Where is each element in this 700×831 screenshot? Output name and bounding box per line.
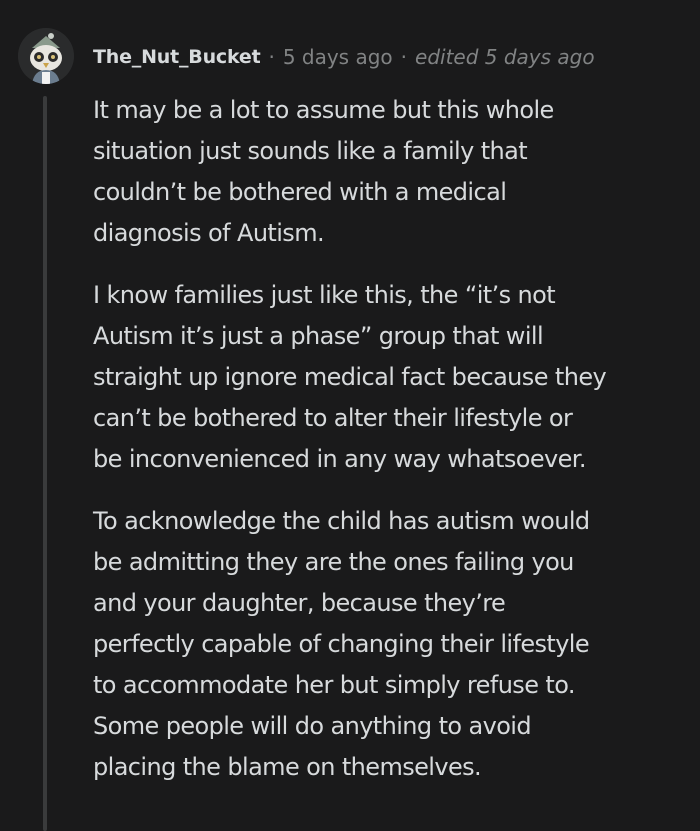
text-line: couldn’t be bothered with a medical <box>93 178 507 206</box>
comment-paragraph: I know families just like this, the “it’… <box>93 275 693 480</box>
avatar[interactable] <box>18 28 74 84</box>
comment-timestamp[interactable]: 5 days ago <box>283 43 393 71</box>
meta-separator: · <box>400 45 408 69</box>
text-line: straight up ignore medical fact because … <box>93 363 607 391</box>
text-line: be inconvenienced in any way whatsoever. <box>93 445 586 473</box>
thread-line[interactable] <box>43 96 47 831</box>
edited-label: edited 5 days ago <box>415 45 595 69</box>
comment-body: It may be a lot to assume but this whole… <box>93 90 693 809</box>
text-line: be admitting they are the ones failing y… <box>93 548 574 576</box>
text-line: to accommodate her but simply refuse to. <box>93 671 576 699</box>
text-line: perfectly capable of changing their life… <box>93 630 590 658</box>
text-line: placing the blame on themselves. <box>93 753 482 781</box>
text-line: To acknowledge the child has autism woul… <box>93 507 590 535</box>
comment-meta: The_Nut_Bucket · 5 days ago · edited 5 d… <box>93 43 595 71</box>
text-line: Autism it’s just a phase” group that wil… <box>93 322 544 350</box>
comment: The_Nut_Bucket · 5 days ago · edited 5 d… <box>0 0 700 831</box>
text-line: can’t be bothered to alter their lifesty… <box>93 404 573 432</box>
text-line: I know families just like this, the “it’… <box>93 281 556 309</box>
text-line: situation just sounds like a family that <box>93 137 528 165</box>
text-line: and your daughter, because they’re <box>93 589 506 617</box>
comment-paragraph: To acknowledge the child has autism woul… <box>93 501 693 788</box>
text-line: It may be a lot to assume but this whole <box>93 96 554 124</box>
comment-paragraph: It may be a lot to assume but this whole… <box>93 90 693 254</box>
text-line: Some people will do anything to avoid <box>93 712 532 740</box>
owl-avatar-icon <box>18 28 74 84</box>
author-username[interactable]: The_Nut_Bucket <box>93 43 261 71</box>
text-line: diagnosis of Autism. <box>93 219 325 247</box>
meta-separator: · <box>268 45 275 69</box>
